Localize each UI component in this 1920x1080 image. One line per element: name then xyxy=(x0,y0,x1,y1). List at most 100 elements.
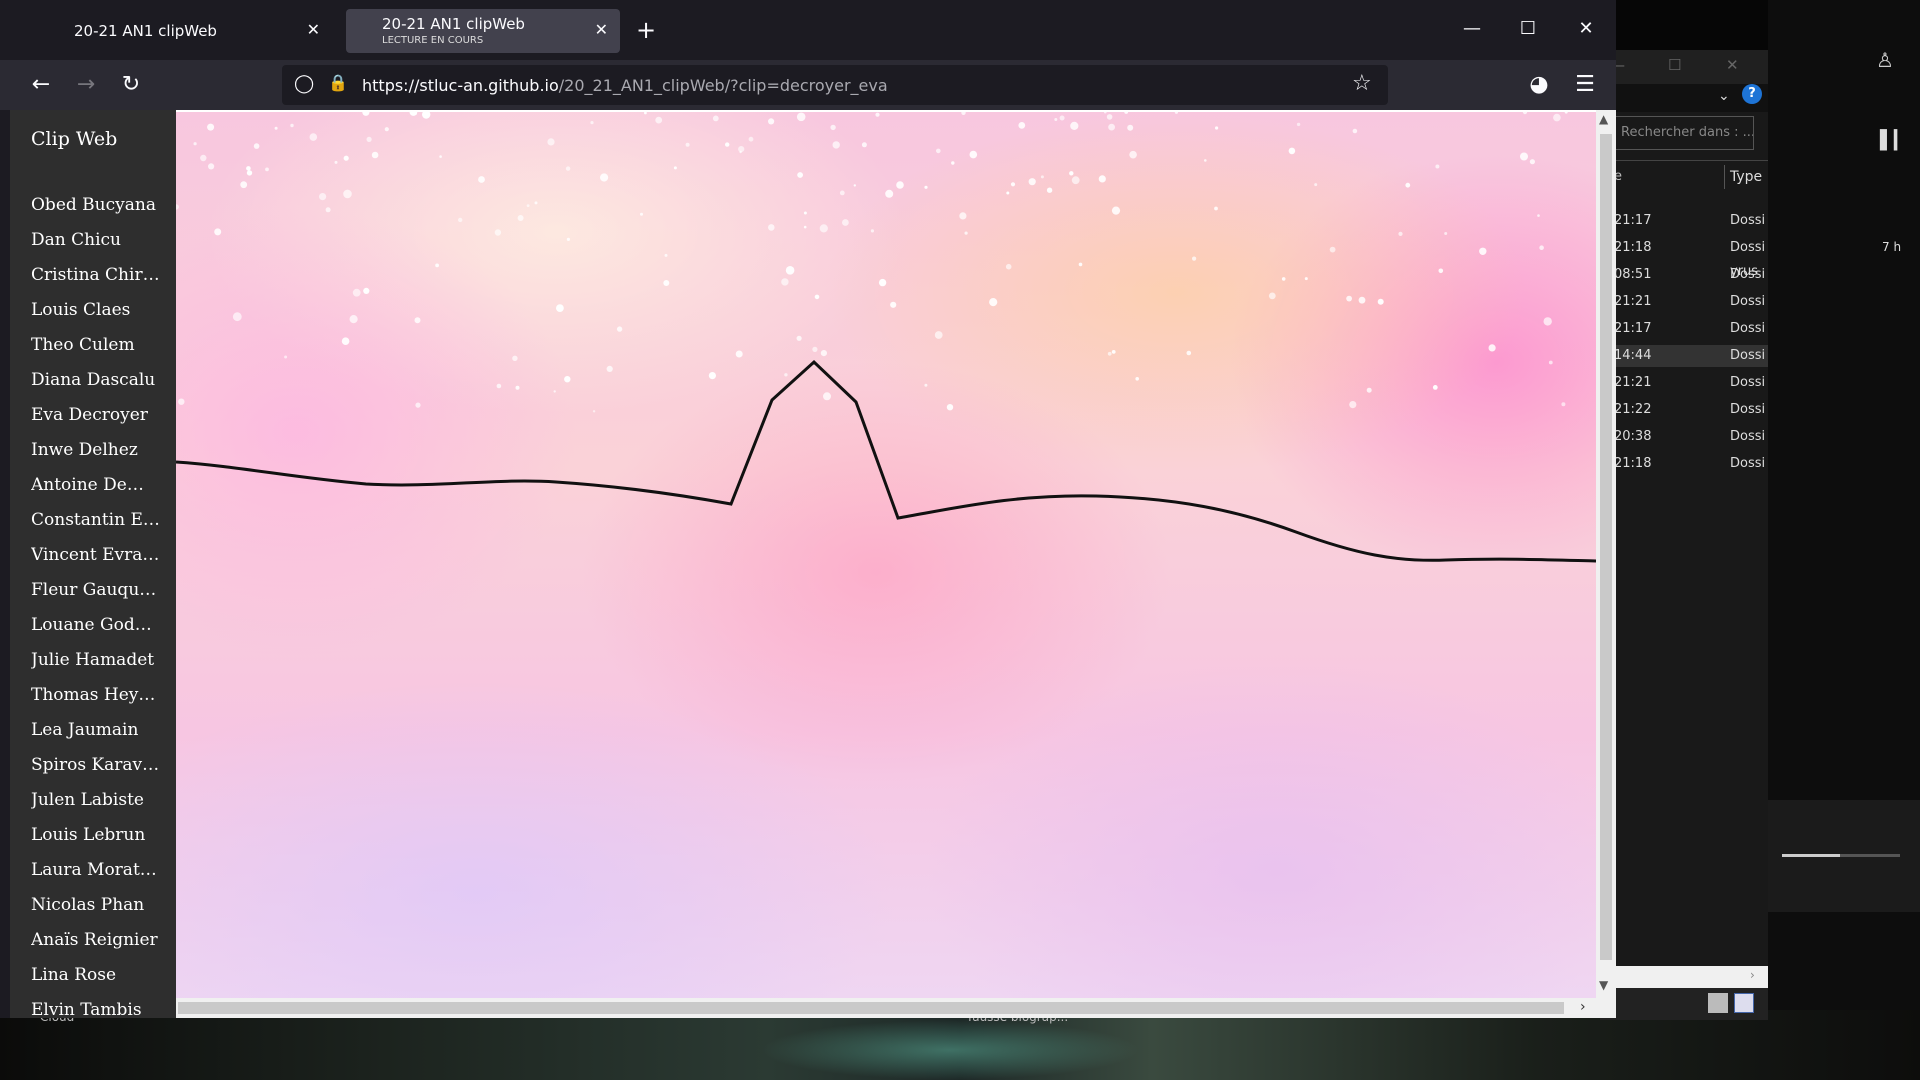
maximize-icon[interactable]: ☐ xyxy=(1508,14,1548,44)
explorer-row[interactable]: 21:21 Dossi xyxy=(1600,291,1768,313)
minimize-icon[interactable]: — xyxy=(1452,14,1492,44)
star-particle xyxy=(1281,277,1286,281)
star-particle xyxy=(1304,277,1308,281)
tiles-view-icon[interactable] xyxy=(1734,993,1754,1013)
student-link[interactable]: Louane God… xyxy=(31,610,161,645)
star-particle xyxy=(924,185,928,189)
star-particle xyxy=(1005,263,1012,270)
url-text[interactable]: https://stluc-an.github.io/20_21_AN1_cli… xyxy=(362,76,888,95)
bookmark-star-icon[interactable]: ☆ xyxy=(1352,71,1372,96)
explorer-row[interactable]: 21:18 Dossi xyxy=(1600,453,1768,475)
hamburger-menu-icon[interactable]: ☰ xyxy=(1570,70,1600,100)
details-view-icon[interactable] xyxy=(1708,993,1728,1013)
forward-arrow-icon[interactable]: → xyxy=(71,70,101,100)
back-arrow-icon[interactable]: ← xyxy=(26,70,56,100)
explorer-row[interactable]: 14:44 Dossi xyxy=(1600,345,1768,367)
tab-bar: 20-21 AN1 clipWeb ✕ 20-21 AN1 clipWeb LE… xyxy=(0,0,1616,60)
row-time: 20:38 xyxy=(1614,429,1652,444)
scroll-up-icon[interactable]: ▲ xyxy=(1599,112,1608,126)
student-link[interactable]: Antoine De… xyxy=(31,470,161,505)
student-link[interactable]: Lea Jaumain xyxy=(31,715,161,750)
star-particle xyxy=(422,112,431,119)
pocket-icon[interactable]: ◕ xyxy=(1524,70,1554,100)
student-link[interactable]: Theo Culem xyxy=(31,330,161,365)
star-particle xyxy=(178,398,185,405)
tracking-protection-shield-icon[interactable]: ◯ xyxy=(294,73,316,97)
student-link[interactable]: Anaïs Reignier xyxy=(31,925,161,960)
row-type: Dossi xyxy=(1730,348,1766,363)
scroll-right-icon[interactable]: › xyxy=(1580,999,1586,1015)
star-particles xyxy=(176,112,1568,413)
student-link[interactable]: Julie Hamadet xyxy=(31,645,161,680)
star-particle xyxy=(796,335,802,341)
scrollbar-thumb[interactable] xyxy=(1600,134,1612,960)
explorer-row[interactable]: 21:18 Dossi xyxy=(1600,237,1768,259)
url-bar[interactable]: ◯ 🔒 https://stluc-an.github.io/20_21_AN1… xyxy=(282,65,1388,105)
student-link[interactable]: Elvin Tambis xyxy=(31,995,161,1018)
explorer-search-input[interactable]: Rechercher dans : ... xyxy=(1614,116,1754,150)
row-type: Dossi xyxy=(1730,375,1766,390)
star-particle xyxy=(1129,150,1137,159)
student-link[interactable]: Obed Bucyana xyxy=(31,190,161,225)
close-window-icon[interactable]: ✕ xyxy=(1566,14,1606,44)
help-icon[interactable]: ? xyxy=(1742,84,1762,104)
explorer-row[interactable]: 21:17 Dossi xyxy=(1600,210,1768,232)
vertical-scrollbar[interactable]: ▲ ▼ xyxy=(1596,110,1616,998)
star-particle xyxy=(193,142,197,146)
star-particle xyxy=(1186,350,1192,356)
star-particle xyxy=(735,350,743,358)
star-particle xyxy=(890,301,897,308)
star-particle xyxy=(1561,402,1566,407)
student-link[interactable]: Inwe Delhez xyxy=(31,435,161,470)
explorer-row[interactable]: 20:38 Dossi xyxy=(1600,426,1768,448)
explorer-row[interactable]: 21:22 Dossi xyxy=(1600,399,1768,421)
student-link[interactable]: Diana Dascalu xyxy=(31,365,161,400)
star-particle xyxy=(284,355,288,359)
scrollbar-thumb[interactable] xyxy=(178,1002,1564,1014)
star-particle xyxy=(1078,262,1083,267)
student-link[interactable]: Vincent Evrard xyxy=(31,540,161,575)
star-particle xyxy=(1111,206,1121,215)
student-link[interactable]: Dan Chicu xyxy=(31,225,161,260)
student-link[interactable]: Louis Lebrun xyxy=(31,820,161,855)
explorer-row[interactable]: 21:21 Dossi xyxy=(1600,372,1768,394)
student-link[interactable]: Louis Claes xyxy=(31,295,161,330)
student-link[interactable]: Lina Rose xyxy=(31,960,161,995)
bar-chart-icon[interactable]: ▌▎ xyxy=(1880,130,1908,151)
tab-1[interactable]: 20-21 AN1 clipWeb ✕ xyxy=(56,9,332,53)
student-link[interactable]: Constantin E… xyxy=(31,505,161,540)
explorer-row[interactable]: 21:17 Dossi xyxy=(1600,318,1768,340)
student-link[interactable]: Fleur Gauquier xyxy=(31,575,161,610)
student-link[interactable]: Eva Decroyer xyxy=(31,400,161,435)
scroll-down-icon[interactable]: ▼ xyxy=(1599,978,1608,992)
star-particle xyxy=(785,266,795,275)
new-tab-plus-icon[interactable]: + xyxy=(636,16,656,44)
close-tab-icon[interactable]: ✕ xyxy=(595,20,608,39)
star-particle xyxy=(319,193,327,201)
star-particle xyxy=(246,170,253,176)
reload-icon[interactable]: ↻ xyxy=(116,70,146,100)
tab-2-active[interactable]: 20-21 AN1 clipWeb LECTURE EN COURS ✕ xyxy=(346,9,620,53)
lock-icon[interactable]: 🔒 xyxy=(328,73,348,97)
site-title[interactable]: Clip Web xyxy=(31,128,117,150)
star-particle xyxy=(1040,175,1044,179)
student-link[interactable]: Julen Labiste xyxy=(31,785,161,820)
star-particle xyxy=(384,127,389,132)
student-link[interactable]: Spiros Karav… xyxy=(31,750,161,785)
person-icon[interactable]: ♙ xyxy=(1876,48,1894,72)
horizontal-scrollbar[interactable]: › xyxy=(176,998,1596,1018)
star-particle xyxy=(1435,164,1440,169)
student-link[interactable]: Nicolas Phan xyxy=(31,890,161,925)
close-tab-icon[interactable]: ✕ xyxy=(307,20,320,39)
chevron-down-icon[interactable]: ⌄ xyxy=(1718,88,1730,104)
student-link[interactable]: Cristina Chir… xyxy=(31,260,161,295)
clip-canvas[interactable] xyxy=(176,112,1596,998)
student-link[interactable]: Laura Morat… xyxy=(31,855,161,890)
star-particle xyxy=(768,118,775,125)
column-type-header[interactable]: Type xyxy=(1730,169,1762,185)
star-particle xyxy=(1349,401,1357,409)
star-particle xyxy=(1438,268,1444,274)
star-particle xyxy=(415,402,421,408)
star-particle xyxy=(176,204,179,210)
student-link[interactable]: Thomas Hey… xyxy=(31,680,161,715)
